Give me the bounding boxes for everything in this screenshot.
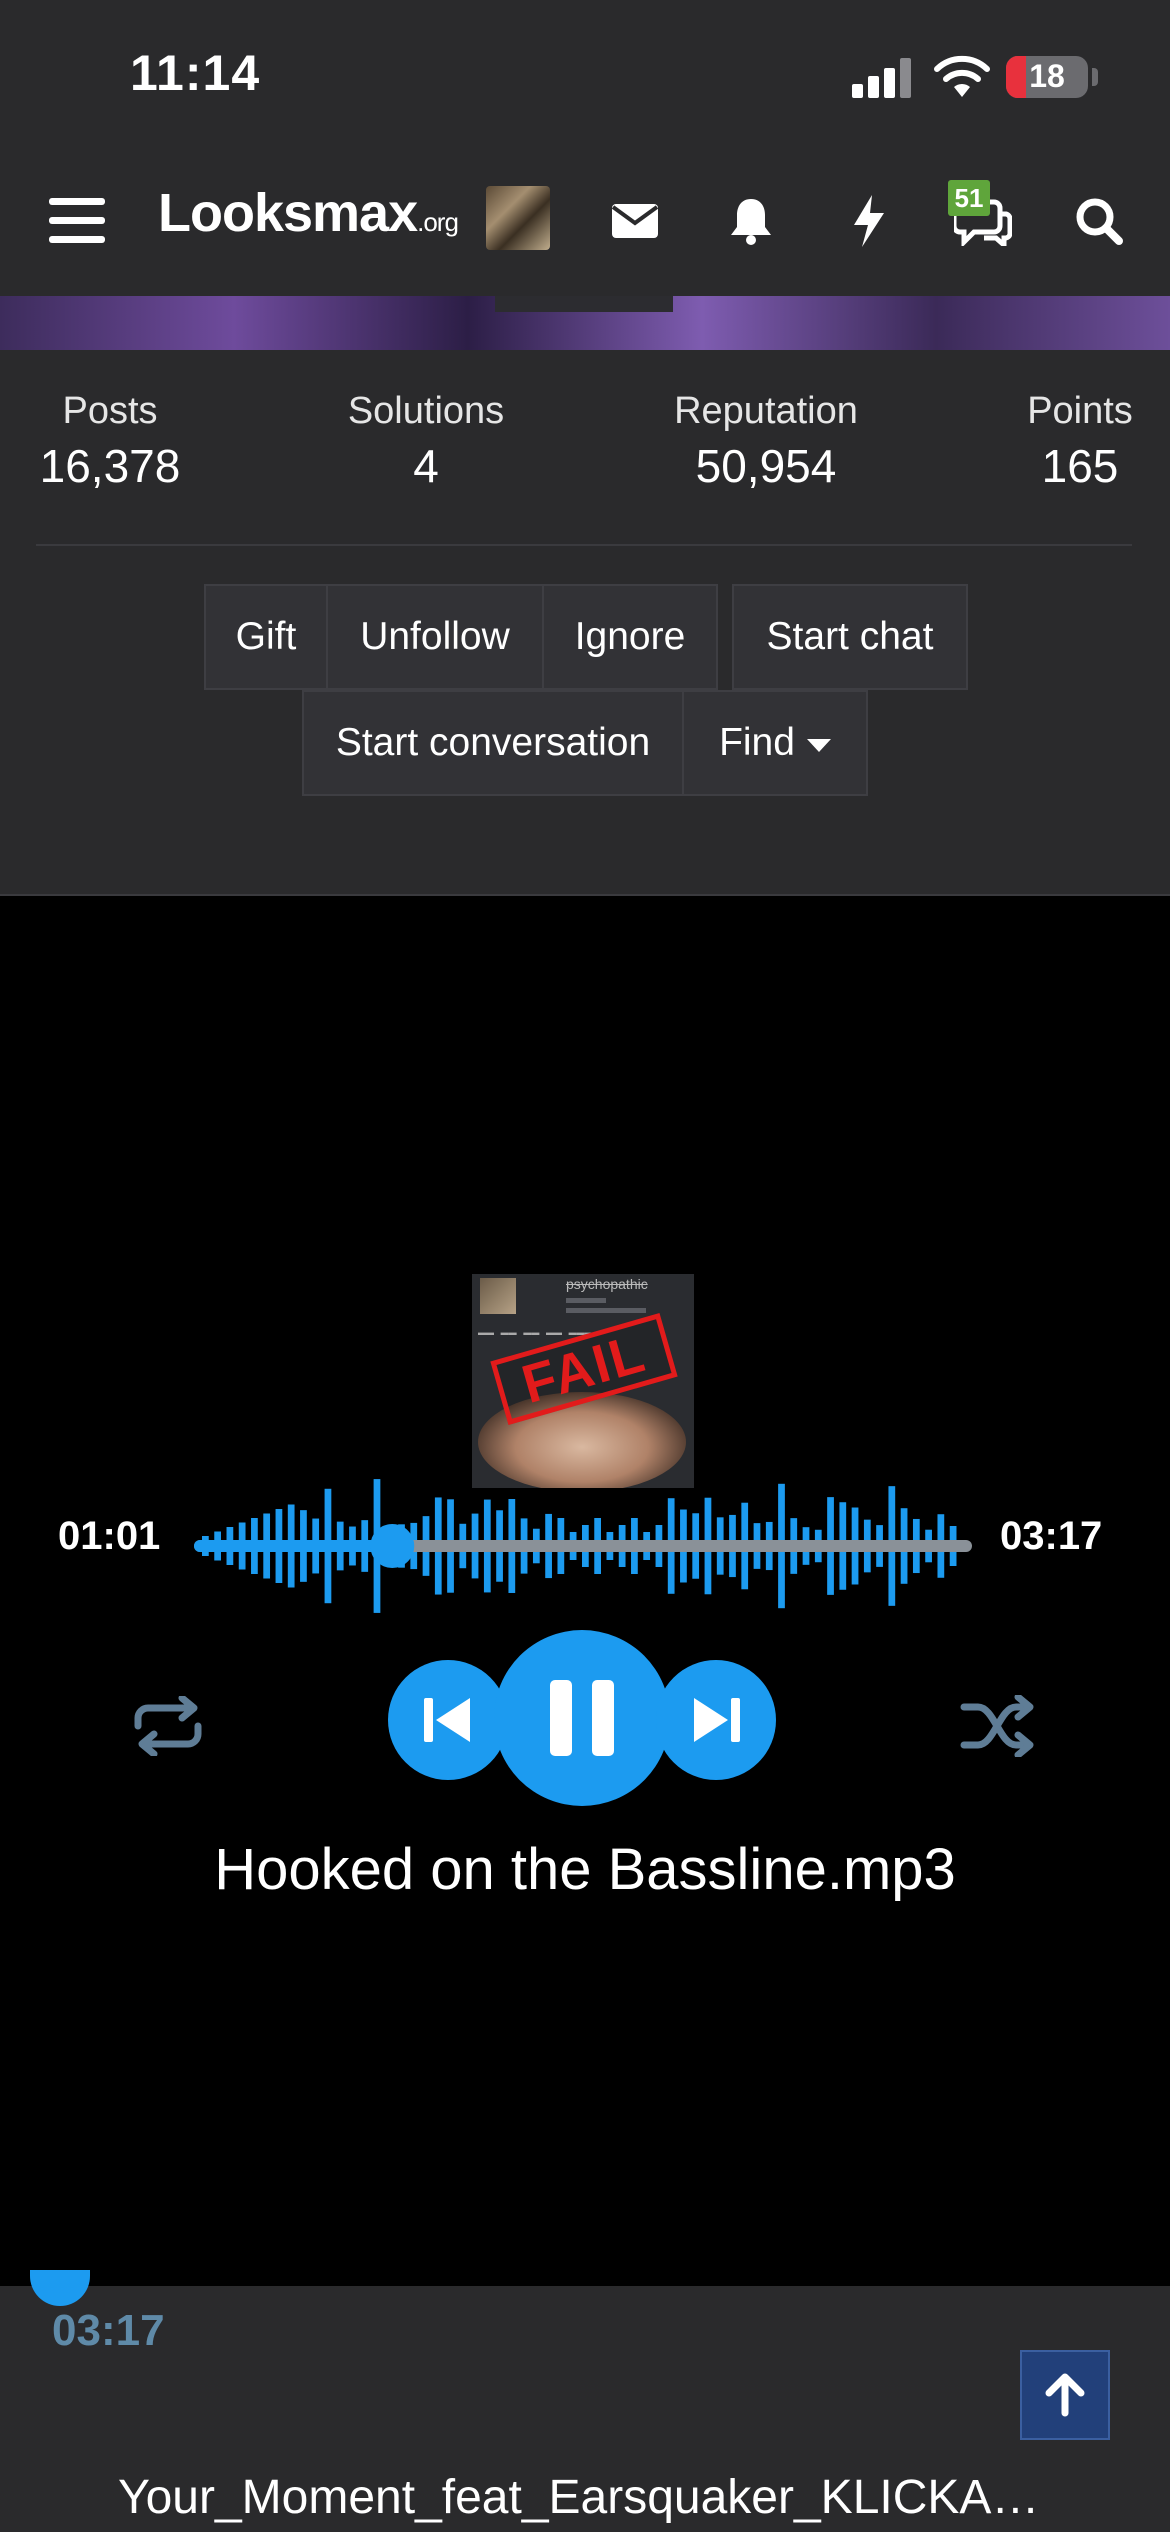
search-icon[interactable] <box>1066 186 1132 256</box>
bell-icon[interactable] <box>718 186 784 256</box>
pause-icon <box>550 1680 614 1756</box>
audio-player: psychopathic ▬▬ ▬▬ ▬▬ ▬▬ ▬▬▬▬ FAIL 01:01… <box>0 894 1170 2286</box>
stat-value: 16,378 <box>39 440 181 492</box>
site-logo[interactable]: Looksmax.org <box>158 182 459 244</box>
stat-reputation[interactable]: Reputation 50,954 <box>650 390 882 493</box>
status-time: 11:14 <box>130 45 261 101</box>
stat-label: Reputation <box>674 390 858 432</box>
stat-posts[interactable]: Posts 16,378 <box>20 390 200 493</box>
top-navigation: Looksmax.org 51 <box>0 150 1170 296</box>
chat-badge: 51 <box>948 180 990 216</box>
stat-value: 165 <box>1041 440 1119 492</box>
avatar[interactable] <box>486 186 550 250</box>
pause-button[interactable] <box>494 1630 670 1806</box>
gift-button[interactable]: Gift <box>204 584 328 690</box>
stat-label: Solutions <box>347 390 505 432</box>
scroll-to-top-button[interactable] <box>1020 2350 1110 2440</box>
battery-level: 18 <box>1029 58 1065 94</box>
repeat-icon[interactable] <box>126 1684 210 1768</box>
find-dropdown[interactable]: Find <box>682 690 868 796</box>
stat-points[interactable]: Points 165 <box>1010 390 1150 493</box>
skip-forward-icon <box>694 1698 740 1742</box>
stat-label: Points <box>1027 390 1133 432</box>
find-label: Find <box>719 721 795 764</box>
next-track-time: 03:17 <box>52 2306 165 2355</box>
ignore-button[interactable]: Ignore <box>542 584 718 690</box>
battery-icon: 18 <box>1006 56 1088 98</box>
cellular-signal-icon <box>852 58 914 98</box>
seek-thumb[interactable] <box>370 1524 415 1568</box>
status-bar: 11:14 18 <box>0 0 1170 150</box>
profile-stats: Posts 16,378 Solutions 4 Reputation 50,9… <box>0 352 1170 894</box>
arrow-up-icon <box>1045 2373 1085 2417</box>
lightning-icon[interactable] <box>836 186 902 256</box>
stat-value: 50,954 <box>695 440 837 492</box>
stat-label: Posts <box>62 390 158 432</box>
banner-tab <box>495 296 673 312</box>
mail-icon[interactable] <box>602 186 668 256</box>
total-time: 03:17 <box>1000 1514 1103 1558</box>
hamburger-menu-icon[interactable] <box>44 186 110 256</box>
profile-banner <box>0 296 1170 350</box>
start-chat-button[interactable]: Start chat <box>732 584 968 690</box>
skip-back-icon <box>424 1698 470 1742</box>
divider <box>36 544 1132 546</box>
start-conversation-button[interactable]: Start conversation <box>302 690 684 796</box>
previous-track-button[interactable] <box>388 1660 508 1780</box>
current-time: 01:01 <box>58 1514 161 1558</box>
stat-solutions[interactable]: Solutions 4 <box>316 390 536 493</box>
logo-suffix: .org <box>417 207 459 237</box>
next-track-button[interactable] <box>656 1660 776 1780</box>
shuffle-icon[interactable] <box>956 1684 1040 1768</box>
stat-value: 4 <box>413 440 439 492</box>
wifi-icon <box>934 55 990 97</box>
next-track-progress-dot[interactable] <box>30 2270 90 2306</box>
logo-text: Looksmax <box>158 183 418 243</box>
next-track-title[interactable]: Your_Moment_feat_Earsquaker_KLICKA… <box>118 2470 1118 2525</box>
waveform-seekbar[interactable] <box>194 1456 974 1636</box>
cover-username: psychopathic <box>566 1276 648 1292</box>
unfollow-button[interactable]: Unfollow <box>326 584 544 690</box>
chevron-down-icon <box>806 738 831 752</box>
track-title: Hooked on the Bassline.mp3 <box>214 1837 956 1902</box>
seek-played <box>194 1540 393 1552</box>
